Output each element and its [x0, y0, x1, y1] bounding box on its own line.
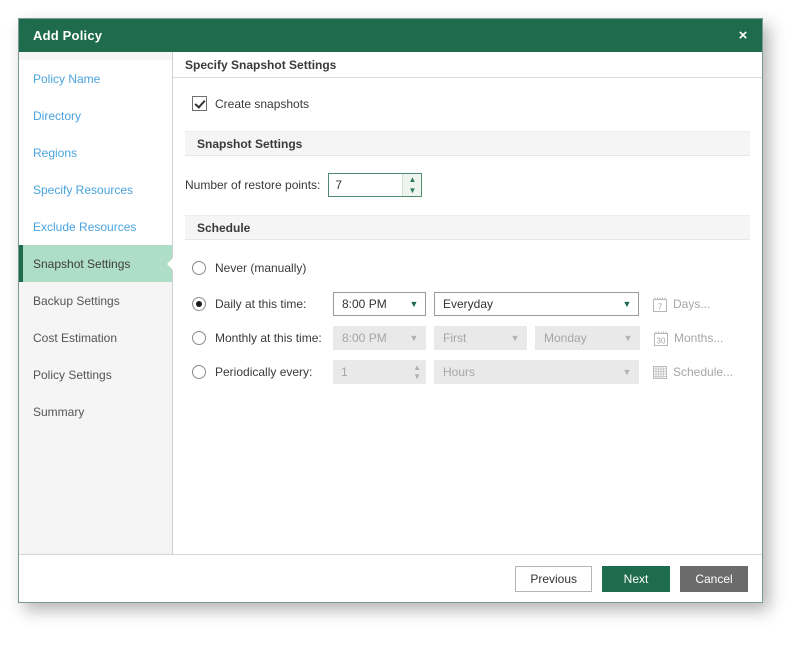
sidebar-item-summary[interactable]: Summary — [19, 393, 172, 430]
calendar-7-icon: 7 — [653, 297, 667, 312]
schedule-row-daily: Daily at this time: 8:00 PM ▼ Everyday ▼ — [185, 292, 750, 316]
chevron-down-icon: ▼ — [409, 332, 419, 343]
sidebar-item-label: Policy Name — [33, 71, 101, 86]
schedule-button-label: Schedule... — [673, 365, 734, 379]
stepper-arrows-icon: ▲ ▼ — [413, 360, 421, 384]
sidebar-item-policy-name[interactable]: Policy Name — [19, 60, 172, 97]
monthly-ordinal-value: First — [443, 331, 467, 345]
chevron-down-icon: ▼ — [510, 332, 520, 343]
chevron-down-icon: ▼ — [622, 366, 632, 377]
schedule-options: Never (manually) Daily at this time: 8:0… — [185, 256, 750, 384]
content-header-title: Specify Snapshot Settings — [173, 52, 762, 78]
add-policy-dialog: Add Policy × Policy Name Directory Regio… — [18, 18, 763, 603]
days-button[interactable]: 7 Days... — [653, 297, 710, 312]
sidebar-item-directory[interactable]: Directory — [19, 97, 172, 134]
monthly-weekday-value: Monday — [544, 331, 587, 345]
wizard-content: Specify Snapshot Settings Create snapsho… — [173, 52, 762, 554]
sidebar-item-label: Policy Settings — [33, 367, 112, 382]
sidebar-item-label: Backup Settings — [33, 293, 120, 308]
sidebar-item-label: Exclude Resources — [33, 219, 137, 234]
sidebar-item-label: Snapshot Settings — [33, 256, 131, 271]
radio-daily[interactable] — [192, 297, 206, 311]
previous-button[interactable]: Previous — [515, 565, 592, 592]
periodically-interval-stepper: 1 ▲ ▼ — [333, 360, 426, 384]
svg-text:30: 30 — [657, 336, 666, 345]
sidebar-item-label: Specify Resources — [33, 182, 134, 197]
dialog-titlebar: Add Policy × — [19, 19, 762, 52]
months-button: 30 Months... — [654, 331, 723, 346]
restore-points-value[interactable]: 7 — [329, 174, 402, 196]
schedule-row-periodically: Periodically every: 1 ▲ ▼ Hours ▼ Schedu… — [185, 360, 750, 384]
radio-periodically-label[interactable]: Periodically every: — [215, 365, 333, 379]
wizard-sidebar: Policy Name Directory Regions Specify Re… — [19, 52, 173, 554]
chevron-up-icon[interactable]: ▲ — [403, 174, 421, 185]
radio-never-label[interactable]: Never (manually) — [215, 261, 333, 275]
monthly-weekday-select: Monday ▼ — [535, 326, 640, 350]
schedule-row-never: Never (manually) — [185, 256, 750, 280]
create-snapshots-row: Create snapshots — [192, 96, 750, 111]
cancel-button[interactable]: Cancel — [680, 565, 748, 592]
sidebar-item-policy-settings[interactable]: Policy Settings — [19, 356, 172, 393]
sidebar-item-cost-estimation[interactable]: Cost Estimation — [19, 319, 172, 356]
periodically-unit-select: Hours ▼ — [434, 360, 639, 384]
daily-recurrence-value: Everyday — [443, 297, 494, 311]
days-button-label: Days... — [673, 297, 711, 311]
chevron-down-icon: ▼ — [623, 332, 633, 343]
chevron-down-icon: ▼ — [409, 298, 419, 309]
restore-points-spin-buttons: ▲ ▼ — [402, 174, 422, 196]
content-inner: Create snapshots Snapshot Settings Numbe… — [173, 78, 762, 554]
sidebar-item-label: Summary — [33, 404, 85, 419]
restore-points-label: Number of restore points: — [185, 178, 321, 192]
schedule-section-header: Schedule — [185, 215, 750, 240]
create-snapshots-label[interactable]: Create snapshots — [215, 97, 309, 111]
monthly-time-value: 8:00 PM — [342, 331, 387, 345]
monthly-ordinal-select: First ▼ — [434, 326, 527, 350]
chevron-down-icon: ▼ — [413, 372, 421, 381]
calendar-30-icon: 30 — [654, 331, 668, 346]
sidebar-item-label: Directory — [33, 108, 82, 123]
restore-points-row: Number of restore points: 7 ▲ ▼ — [185, 173, 750, 197]
radio-daily-label[interactable]: Daily at this time: — [215, 297, 333, 311]
sidebar-item-snapshot-settings[interactable]: Snapshot Settings — [19, 245, 173, 282]
sidebar-item-exclude-resources[interactable]: Exclude Resources — [19, 208, 172, 245]
svg-text:7: 7 — [658, 302, 663, 311]
radio-monthly[interactable] — [192, 331, 206, 345]
daily-time-select[interactable]: 8:00 PM ▼ — [333, 292, 426, 316]
daily-recurrence-select[interactable]: Everyday ▼ — [434, 292, 639, 316]
chevron-up-icon: ▲ — [413, 362, 421, 372]
dialog-footer: Previous Next Cancel — [19, 554, 762, 602]
create-snapshots-checkbox[interactable] — [192, 96, 207, 111]
close-icon[interactable]: × — [724, 19, 762, 52]
sidebar-item-label: Cost Estimation — [33, 330, 118, 345]
grid-schedule-icon — [653, 365, 667, 379]
daily-time-value: 8:00 PM — [342, 297, 387, 311]
chevron-down-icon[interactable]: ▼ — [403, 185, 421, 196]
months-button-label: Months... — [674, 331, 724, 345]
sidebar-item-backup-settings[interactable]: Backup Settings — [19, 282, 172, 319]
monthly-time-select: 8:00 PM ▼ — [333, 326, 426, 350]
sidebar-item-regions[interactable]: Regions — [19, 134, 172, 171]
restore-points-stepper[interactable]: 7 ▲ ▼ — [328, 173, 423, 197]
sidebar-item-label: Regions — [33, 145, 78, 160]
periodically-interval-value: 1 — [341, 365, 348, 379]
dialog-title: Add Policy — [33, 28, 103, 43]
schedule-row-monthly: Monthly at this time: 8:00 PM ▼ First ▼ … — [185, 326, 750, 350]
next-button[interactable]: Next — [602, 565, 670, 592]
radio-monthly-label[interactable]: Monthly at this time: — [215, 331, 333, 345]
dialog-body: Policy Name Directory Regions Specify Re… — [19, 52, 762, 554]
radio-never[interactable] — [192, 261, 206, 275]
schedule-button: Schedule... — [653, 365, 733, 379]
periodically-unit-value: Hours — [443, 365, 476, 379]
screen-root: Add Policy × Policy Name Directory Regio… — [0, 0, 798, 646]
chevron-down-icon: ▼ — [622, 298, 632, 309]
radio-periodically[interactable] — [192, 365, 206, 379]
snapshot-settings-section-header: Snapshot Settings — [185, 131, 750, 156]
sidebar-item-specify-resources[interactable]: Specify Resources — [19, 171, 172, 208]
